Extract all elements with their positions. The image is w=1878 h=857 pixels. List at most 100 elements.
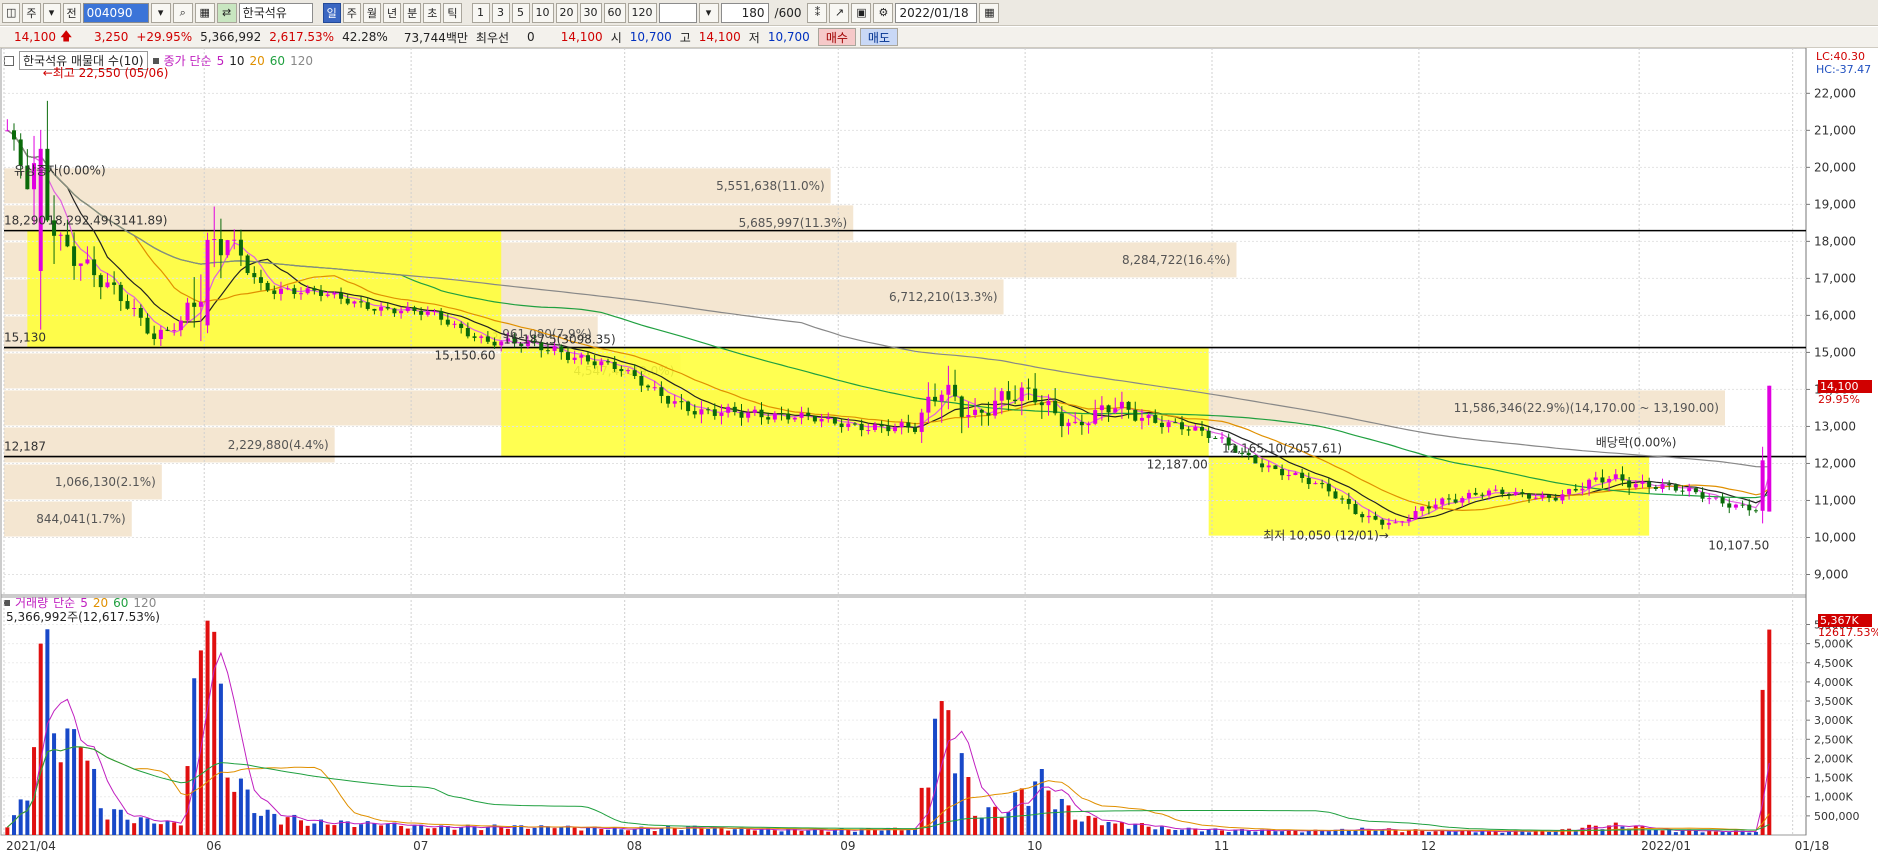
candle-body bbox=[712, 409, 717, 416]
chevron-down-icon[interactable]: ▾ bbox=[698, 2, 719, 23]
volume-bar bbox=[1680, 830, 1685, 835]
tab-year[interactable]: 년 bbox=[383, 2, 402, 23]
candle-body bbox=[1653, 487, 1658, 489]
draw-icon[interactable]: ↗ bbox=[829, 2, 850, 23]
volume-bar bbox=[1273, 831, 1278, 835]
swap-icon[interactable]: ⇄ bbox=[216, 2, 237, 23]
tab-second[interactable]: 초 bbox=[423, 2, 442, 23]
candle-body bbox=[1026, 387, 1031, 389]
volume-bar bbox=[1360, 827, 1365, 835]
candle-body bbox=[1173, 422, 1178, 424]
period-dropdown[interactable]: ▾ bbox=[42, 2, 61, 23]
candle-body bbox=[1433, 504, 1438, 509]
indicator-icon[interactable]: ⁑ bbox=[807, 2, 828, 23]
interval-custom-input[interactable] bbox=[658, 2, 697, 23]
interval-1[interactable]: 1 bbox=[471, 2, 490, 23]
volume-bar bbox=[425, 828, 430, 835]
candle-body bbox=[1753, 510, 1758, 512]
volume-bars bbox=[5, 620, 1772, 835]
volume-bar bbox=[572, 827, 577, 835]
candle-body bbox=[1420, 506, 1425, 511]
candle-body bbox=[786, 413, 791, 420]
interval-120[interactable]: 120 bbox=[627, 2, 657, 23]
candle-body bbox=[1086, 423, 1091, 426]
save-icon[interactable]: ▣ bbox=[851, 2, 872, 23]
count-input[interactable]: 180 bbox=[720, 2, 769, 23]
volume-bar bbox=[752, 830, 757, 835]
tab-minute[interactable]: 분 bbox=[403, 2, 422, 23]
volume-bar bbox=[38, 643, 43, 835]
volume-bar bbox=[432, 828, 437, 835]
candle-body bbox=[1493, 489, 1498, 491]
x-tick-label: 08 bbox=[627, 839, 642, 853]
volume-bar bbox=[58, 762, 63, 835]
candle-body bbox=[906, 422, 911, 428]
volume-bar bbox=[1373, 830, 1378, 835]
volume-bar bbox=[1206, 829, 1211, 835]
candle-body bbox=[1046, 400, 1051, 406]
tab-month[interactable]: 월 bbox=[362, 2, 382, 23]
stock-name-field[interactable]: 한국석유 bbox=[238, 2, 313, 23]
candle-body bbox=[319, 290, 324, 296]
open-label: 시 bbox=[610, 30, 622, 45]
candle-body bbox=[1466, 492, 1471, 499]
candle-body bbox=[926, 396, 931, 413]
candle-body bbox=[726, 406, 731, 413]
candle-body bbox=[892, 427, 897, 432]
volume-bar bbox=[1700, 832, 1705, 835]
stock-code-input[interactable]: 004090 bbox=[82, 2, 149, 23]
volume-bar bbox=[412, 824, 417, 835]
volume-bar bbox=[1053, 809, 1058, 835]
y-tick-label: 16,000 bbox=[1814, 308, 1856, 322]
candle-body bbox=[1266, 465, 1271, 468]
volume-bar bbox=[1660, 830, 1665, 835]
candle-body bbox=[946, 384, 951, 395]
grid-icon[interactable]: ▦ bbox=[194, 2, 215, 23]
candle-body bbox=[352, 301, 357, 304]
interval-30[interactable]: 30 bbox=[579, 2, 602, 23]
date-input[interactable]: 2022/01/18 bbox=[895, 2, 978, 23]
candle-body bbox=[72, 246, 77, 266]
interval-10[interactable]: 10 bbox=[531, 2, 554, 23]
volume-bar bbox=[1006, 812, 1011, 835]
tab-day[interactable]: 일 bbox=[322, 2, 341, 23]
volume-bar bbox=[979, 817, 984, 835]
tab-tick[interactable]: 틱 bbox=[443, 2, 462, 23]
chevron-down-icon[interactable]: ▾ bbox=[150, 2, 171, 23]
chart-mode-button[interactable]: ◫ bbox=[2, 2, 21, 23]
volume-bar bbox=[806, 830, 811, 835]
volume-bar bbox=[192, 678, 197, 835]
candle-body bbox=[305, 288, 310, 294]
interval-3[interactable]: 3 bbox=[491, 2, 510, 23]
interval-5[interactable]: 5 bbox=[511, 2, 530, 23]
candle-body bbox=[652, 387, 657, 389]
buy-button[interactable]: 매수 bbox=[817, 28, 856, 46]
volume-bar bbox=[72, 729, 77, 835]
volume-bar bbox=[1767, 629, 1772, 835]
volume-bar bbox=[472, 826, 477, 835]
period-week-button[interactable]: 주 bbox=[22, 2, 41, 23]
volume-bar bbox=[1520, 831, 1525, 835]
tab-week[interactable]: 주 bbox=[342, 2, 361, 23]
prev-button[interactable]: 전 bbox=[62, 2, 81, 23]
candle-body bbox=[1273, 465, 1278, 470]
candle-body bbox=[686, 401, 691, 412]
candle-body bbox=[792, 417, 797, 420]
gear-icon[interactable]: ⚙ bbox=[873, 2, 894, 23]
calendar-icon[interactable]: ▦ bbox=[979, 2, 1000, 23]
volume-profile-bar bbox=[4, 168, 831, 204]
y-tick-label: 13,000 bbox=[1814, 419, 1856, 433]
volume-bar bbox=[105, 819, 110, 835]
candle-body bbox=[1146, 415, 1151, 418]
candle-body bbox=[619, 369, 624, 372]
volume-bar bbox=[1099, 825, 1104, 835]
volume-bar bbox=[1353, 830, 1358, 835]
search-icon[interactable]: ⌕ bbox=[172, 2, 193, 23]
volume-bar bbox=[1720, 831, 1725, 835]
price-volume-chart[interactable]: 5,551,638(11.0%) 5,685,997(11.3%) 8,284,72… bbox=[0, 48, 1878, 857]
candle-body bbox=[1199, 427, 1204, 431]
sell-button[interactable]: 매도 bbox=[859, 28, 899, 46]
interval-60[interactable]: 60 bbox=[603, 2, 626, 23]
interval-20[interactable]: 20 bbox=[555, 2, 578, 23]
candle-body bbox=[679, 401, 684, 403]
